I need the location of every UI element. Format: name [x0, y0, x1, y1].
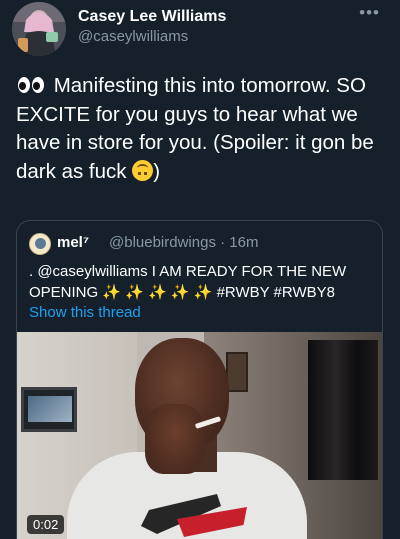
- more-horizontal-icon[interactable]: •••: [359, 4, 380, 21]
- show-thread-link[interactable]: Show this thread: [29, 304, 141, 321]
- quoted-avatar[interactable]: [29, 233, 51, 255]
- video-duration-badge: 0:02: [27, 515, 65, 534]
- video-person-hand: [145, 404, 205, 474]
- tweet-text-end: ): [153, 159, 161, 183]
- quoted-handle-time: @bluebirdwings · 16m: [109, 234, 259, 251]
- eyes-icon: [16, 77, 46, 93]
- quoted-tweet-card[interactable]: mel⁷ @bluebirdwings · 16m . @caseylwilli…: [16, 220, 383, 539]
- tweet-text: Manifesting this into tomorrow. SO EXCIT…: [16, 72, 388, 186]
- quoted-display-name[interactable]: mel⁷: [57, 234, 89, 251]
- avatar-image: [12, 2, 66, 56]
- tweet-text-main: Manifesting this into tomorrow. SO EXCIT…: [16, 74, 374, 183]
- video-tv-screen: [21, 387, 77, 432]
- upside-down-face-icon: [132, 159, 154, 181]
- tweet: Casey Lee Williams @caseylwilliams ••• M…: [0, 0, 400, 539]
- display-name[interactable]: Casey Lee Williams: [78, 8, 226, 26]
- quoted-tweet-text: . @caseylwilliams I AM READY FOR THE NEW…: [29, 263, 347, 301]
- video-wall-frame: [226, 352, 248, 392]
- handle[interactable]: @caseylwilliams: [78, 28, 188, 45]
- avatar[interactable]: [12, 2, 66, 56]
- video-curtain: [308, 340, 378, 480]
- video-player[interactable]: 0:02: [17, 332, 382, 539]
